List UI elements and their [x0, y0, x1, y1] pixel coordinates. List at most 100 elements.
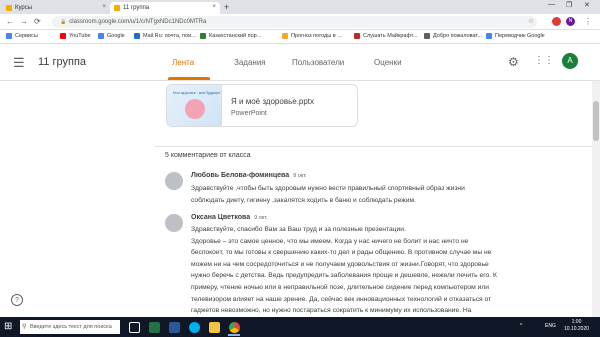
url-input[interactable]: 🔒 classroom.google.com/u/1/c/NTgxNDc1NDc0… — [52, 16, 537, 28]
user-avatar[interactable]: A — [562, 53, 578, 69]
author-name: Любовь Белова-фоминцева — [191, 172, 290, 179]
comment-body: Здравствуйте ,чтобы быть здоровым нужно … — [191, 183, 573, 206]
comment-line: примеру, чтение ночью или в неправильной… — [191, 283, 489, 291]
taskbar-search-input[interactable]: ⚲ Введите здесь текст для поиска — [20, 320, 120, 334]
comment-date: 9 окт. — [254, 215, 268, 221]
help-icon[interactable]: ? — [11, 294, 23, 306]
comments-divider — [155, 146, 592, 147]
bookmark-label: Слушать Майкрафт... — [363, 33, 418, 39]
clock-time: 1:00 — [571, 319, 582, 325]
input-language[interactable]: ENG — [545, 323, 556, 329]
tray-overflow-icon[interactable]: ^ — [520, 323, 522, 329]
bookmark-label: Mail.Ru: почта, пои... — [143, 33, 196, 39]
apps-icon — [6, 33, 12, 39]
bookmark-label: Казахстанский пор... — [209, 33, 262, 39]
reload-button[interactable]: ⟳ — [34, 17, 41, 26]
excel-icon[interactable] — [146, 319, 162, 335]
tab-label: 11 группа — [123, 5, 150, 11]
comment-line: телевизором влияет на наше зрение. Да, с… — [191, 295, 492, 303]
folder-glyph — [208, 321, 220, 333]
word-icon[interactable] — [166, 319, 182, 335]
attachment-card[interactable]: Моя здоровье - моё будущее Я и моё здоро… — [166, 84, 358, 127]
url-text: classroom.google.com/u/1/c/NTgxNDc1NDc0M… — [69, 19, 207, 25]
minimize-button[interactable]: — — [548, 1, 555, 8]
new-tab-button[interactable]: + — [224, 2, 229, 12]
skype-glyph — [188, 321, 200, 333]
task-view-glyph — [128, 321, 140, 333]
bookmark-music[interactable]: Слушать Майкрафт... — [354, 33, 417, 39]
attachment-title: Я и моё здоровье.pptx — [231, 97, 315, 106]
windows-start-icon[interactable]: ⊞ — [4, 321, 12, 332]
bookmark-weather[interactable]: Прогноз погоды в ... — [282, 33, 342, 39]
settings-gear-icon[interactable]: ⚙ — [508, 55, 519, 69]
thumbnail-illustration — [185, 99, 205, 119]
clock-date: 10.10.2020 — [564, 326, 590, 332]
page-scrollbar[interactable] — [592, 81, 600, 317]
author-name: Оксана Цветкова — [191, 214, 251, 221]
close-tab-icon[interactable]: × — [102, 4, 106, 10]
browser-tab-courses[interactable]: Курсы × — [2, 2, 110, 14]
main-menu-icon[interactable]: ☰ — [13, 55, 25, 71]
music-icon — [354, 33, 360, 39]
class-title[interactable]: 11 группа — [38, 56, 86, 68]
profile-avatar-icon[interactable]: N — [566, 17, 575, 26]
forward-button[interactable]: → — [20, 17, 28, 26]
google-apps-icon[interactable]: ⋮⋮ — [534, 55, 554, 66]
attachment-type: PowerPoint — [231, 110, 267, 117]
excel-glyph — [148, 321, 160, 333]
tab-label: Курсы — [15, 5, 33, 11]
bookmark-kz-portal[interactable]: Казахстанский пор... — [200, 33, 261, 39]
comment-line: беспокоит, то мы готовы к свершению каки… — [191, 249, 492, 257]
bookmark-label: Добро пожаловат... — [433, 33, 482, 39]
page-icon — [424, 33, 430, 39]
skype-icon[interactable] — [186, 319, 202, 335]
comment-line: соблюдать диету, гигиену ,закалятся ходи… — [191, 196, 416, 204]
bookmark-google[interactable]: Google — [98, 33, 125, 39]
comment-line: можем ни на чем сосредоточиться и не пол… — [191, 260, 489, 268]
tab-stream[interactable]: Лента — [172, 58, 194, 67]
bookmark-translate[interactable]: Переводчик Google — [486, 33, 545, 39]
browser-tab-group[interactable]: 11 группа × — [110, 2, 220, 14]
close-tab-icon[interactable]: × — [212, 4, 216, 10]
restore-button[interactable]: ❐ — [566, 1, 572, 9]
bookmark-apps[interactable]: Сервисы — [6, 33, 38, 39]
youtube-icon — [60, 33, 66, 39]
word-glyph — [168, 321, 180, 333]
comment-author: Оксана Цветкова 9 окт. — [191, 214, 268, 221]
tab-grades[interactable]: Оценки — [374, 58, 402, 67]
taskbar-clock[interactable]: 1:00 10.10.2020 — [564, 319, 589, 333]
comment-line: Здравствуйте, спасибо Вам за Ваш труд и … — [191, 226, 406, 233]
comment-line: Здоровье – это самое ценное, что мы имее… — [191, 237, 469, 245]
attachment-thumbnail: Моя здоровье - моё будущее — [167, 85, 222, 126]
comment-author: Любовь Белова-фоминцева 9 окт. — [191, 172, 307, 179]
extension-icon[interactable] — [552, 17, 561, 26]
bookmark-mailru[interactable]: Mail.Ru: почта, пои... — [134, 33, 196, 39]
bookmark-star-icon[interactable]: ☆ — [528, 17, 534, 25]
close-window-button[interactable]: ✕ — [584, 1, 590, 9]
bookmark-youtube[interactable]: YouTube — [60, 33, 91, 39]
comment-author-avatar — [165, 214, 183, 232]
classroom-favicon-icon — [114, 5, 120, 11]
class-comments-count[interactable]: 5 комментариев от класса — [165, 152, 251, 159]
weather-icon — [282, 33, 288, 39]
tab-classwork[interactable]: Задания — [234, 58, 266, 67]
address-bar-row: ← → ⟳ 🔒 classroom.google.com/u/1/c/NTgxND… — [0, 14, 600, 30]
bookmark-welcome[interactable]: Добро пожаловат... — [424, 33, 482, 39]
bookmark-label: Прогноз погоды в ... — [291, 33, 342, 39]
classroom-header: ☰ 11 группа Лента Задания Пользователи О… — [0, 44, 600, 81]
search-placeholder: Введите здесь текст для поиска — [30, 324, 112, 330]
chrome-icon[interactable] — [226, 319, 242, 336]
translate-icon — [486, 33, 492, 39]
task-view-icon[interactable] — [126, 319, 142, 335]
selected-tab-indicator — [168, 77, 210, 80]
back-button[interactable]: ← — [6, 17, 14, 26]
mailru-icon — [134, 33, 140, 39]
tab-people[interactable]: Пользователи — [292, 58, 344, 67]
file-explorer-icon[interactable] — [206, 319, 222, 335]
scrollbar-thumb[interactable] — [593, 101, 599, 141]
comment-body: Здравствуйте, спасибо Вам за Ваш труд и … — [191, 224, 573, 317]
search-icon: ⚲ — [22, 324, 27, 330]
bookmark-label: YouTube — [69, 33, 91, 39]
comment-line: гаджетов невозможно, но нужно постаратьс… — [191, 307, 472, 315]
browser-menu-icon[interactable]: ⋮ — [584, 17, 592, 26]
